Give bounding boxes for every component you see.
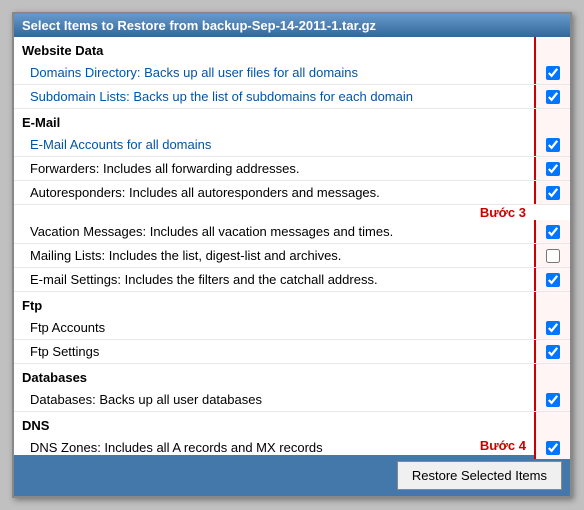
item-label-ftp-settings: Ftp Settings	[14, 340, 534, 363]
item-cb-area-email-accounts	[534, 133, 570, 156]
item-checkbox-email-settings[interactable]	[546, 273, 560, 287]
item-row-email-settings: E-mail Settings: Includes the filters an…	[14, 268, 570, 292]
item-checkbox-subdomain-lists[interactable]	[546, 90, 560, 104]
item-label-vacation-messages: Vacation Messages: Includes all vacation…	[14, 220, 534, 243]
section-checkbox-spacer-ftp	[534, 292, 570, 316]
section-header-email: E-Mail	[14, 109, 570, 133]
item-row-mailing-lists: Mailing Lists: Includes the list, digest…	[14, 244, 570, 268]
item-checkbox-domains-dir[interactable]	[546, 66, 560, 80]
section-header-website-data: Website Data	[14, 37, 570, 61]
item-cb-area-forwarders	[534, 157, 570, 180]
section-label-dns: DNS	[14, 412, 534, 436]
item-cb-area-autoresponders	[534, 181, 570, 204]
section-checkbox-spacer-website-data	[534, 37, 570, 61]
item-row-databases-item: Databases: Backs up all user databases	[14, 388, 570, 412]
item-checkbox-mailing-lists[interactable]	[546, 249, 560, 263]
section-checkbox-spacer-email	[534, 109, 570, 133]
content-area: Website Data Domains Directory: Backs up…	[14, 37, 570, 453]
item-row-email-accounts: E-Mail Accounts for all domains	[14, 133, 570, 157]
item-row-ftp-settings: Ftp Settings	[14, 340, 570, 364]
item-label-databases-item: Databases: Backs up all user databases	[14, 388, 534, 411]
section-header-ftp: Ftp	[14, 292, 570, 316]
item-cb-area-dns-zones	[534, 436, 570, 459]
item-checkbox-dns-zones[interactable]	[546, 441, 560, 455]
item-label-autoresponders: Autoresponders: Includes all autorespond…	[14, 181, 534, 204]
item-label-dns-zones: DNS Zones: Includes all A records and MX…	[14, 436, 534, 459]
item-cb-area-databases-item	[534, 388, 570, 411]
item-row-autoresponders: Autoresponders: Includes all autorespond…	[14, 181, 570, 205]
annotation-buoc3: Bước 3	[14, 205, 570, 220]
section-header-dns: DNS	[14, 412, 570, 436]
section-checkbox-spacer-databases	[534, 364, 570, 388]
item-row-forwarders: Forwarders: Includes all forwarding addr…	[14, 157, 570, 181]
section-label-website-data: Website Data	[14, 37, 534, 61]
section-label-databases: Databases	[14, 364, 534, 388]
item-label-subdomain-lists: Subdomain Lists: Backs up the list of su…	[14, 85, 534, 108]
item-label-domains-dir: Domains Directory: Backs up all user fil…	[14, 61, 534, 84]
title-bar: Select Items to Restore from backup-Sep-…	[14, 14, 570, 37]
item-checkbox-databases-item[interactable]	[546, 393, 560, 407]
item-label-email-accounts: E-Mail Accounts for all domains	[14, 133, 534, 156]
item-row-vacation-messages: Vacation Messages: Includes all vacation…	[14, 220, 570, 244]
window-title: Select Items to Restore from backup-Sep-…	[22, 18, 376, 33]
item-cb-area-email-settings	[534, 268, 570, 291]
item-checkbox-ftp-settings[interactable]	[546, 345, 560, 359]
section-checkbox-spacer-dns	[534, 412, 570, 436]
item-label-ftp-accounts: Ftp Accounts	[14, 316, 534, 339]
item-checkbox-autoresponders[interactable]	[546, 186, 560, 200]
item-row-ftp-accounts: Ftp Accounts	[14, 316, 570, 340]
item-cb-area-ftp-accounts	[534, 316, 570, 339]
main-window: Select Items to Restore from backup-Sep-…	[12, 12, 572, 498]
item-label-mailing-lists: Mailing Lists: Includes the list, digest…	[14, 244, 534, 267]
section-label-email: E-Mail	[14, 109, 534, 133]
footer-bar: Restore Selected Items	[14, 455, 570, 496]
item-cb-area-subdomain-lists	[534, 85, 570, 108]
item-row-subdomain-lists: Subdomain Lists: Backs up the list of su…	[14, 85, 570, 109]
item-checkbox-forwarders[interactable]	[546, 162, 560, 176]
item-row-domains-dir: Domains Directory: Backs up all user fil…	[14, 61, 570, 85]
item-checkbox-ftp-accounts[interactable]	[546, 321, 560, 335]
item-label-forwarders: Forwarders: Includes all forwarding addr…	[14, 157, 534, 180]
item-cb-area-vacation-messages	[534, 220, 570, 243]
section-label-ftp: Ftp	[14, 292, 534, 316]
item-label-email-settings: E-mail Settings: Includes the filters an…	[14, 268, 534, 291]
item-cb-area-ftp-settings	[534, 340, 570, 363]
item-cb-area-domains-dir	[534, 61, 570, 84]
item-checkbox-email-accounts[interactable]	[546, 138, 560, 152]
item-cb-area-mailing-lists	[534, 244, 570, 267]
restore-selected-button[interactable]: Restore Selected Items	[397, 461, 562, 490]
item-checkbox-vacation-messages[interactable]	[546, 225, 560, 239]
section-header-databases: Databases	[14, 364, 570, 388]
